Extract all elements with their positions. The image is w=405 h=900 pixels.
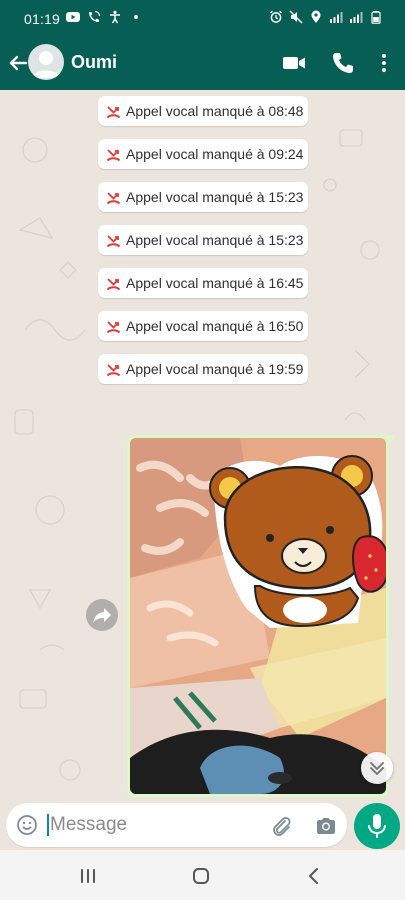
accessibility-icon xyxy=(110,10,120,24)
video-call-icon[interactable] xyxy=(281,50,307,76)
input-bar xyxy=(0,802,405,850)
voice-record-button[interactable] xyxy=(354,803,400,849)
emoji-icon[interactable] xyxy=(16,814,38,836)
back-icon[interactable] xyxy=(302,864,326,888)
missed-call-notice[interactable]: Appel vocal manqué à 15:23 xyxy=(98,182,308,212)
missed-call-notice[interactable]: Appel vocal manqué à 16:50 xyxy=(98,311,308,341)
missed-call-label: Appel vocal manqué à 16:45 xyxy=(126,275,304,291)
status-left-icons xyxy=(66,10,143,24)
status-right-icons xyxy=(269,10,383,24)
battery-icon xyxy=(371,11,381,24)
image-message[interactable] xyxy=(127,435,397,797)
location-icon xyxy=(311,10,321,23)
message-box[interactable] xyxy=(6,803,347,847)
sticker-photo[interactable] xyxy=(130,438,386,794)
missed-call-label: Appel vocal manqué à 15:23 xyxy=(126,189,304,205)
status-bar: 01:19 xyxy=(0,0,405,38)
signal-icon-2 xyxy=(350,12,363,23)
avatar-icon xyxy=(33,51,59,78)
double-chevron-down-icon xyxy=(370,762,384,775)
message-input[interactable] xyxy=(50,811,260,839)
mute-icon xyxy=(289,10,303,24)
missed-call-label: Appel vocal manqué à 15:23 xyxy=(126,232,304,248)
photo-content xyxy=(130,438,386,794)
contact-name[interactable]: Oumi xyxy=(71,52,117,73)
avatar[interactable] xyxy=(28,44,64,80)
missed-call-icon xyxy=(106,277,121,290)
forward-icon xyxy=(93,608,111,623)
missed-call-label: Appel vocal manqué à 09:24 xyxy=(126,146,304,162)
missed-call-notice[interactable]: Appel vocal manqué à 09:24 xyxy=(98,139,308,169)
youtube-icon xyxy=(66,12,80,22)
missed-call-label: Appel vocal manqué à 19:59 xyxy=(126,361,304,377)
missed-call-notice[interactable]: Appel vocal manqué à 16:45 xyxy=(98,268,308,298)
home-icon[interactable] xyxy=(189,864,213,888)
camera-icon[interactable] xyxy=(314,814,338,838)
missed-call-icon xyxy=(106,191,121,204)
attach-icon[interactable] xyxy=(269,814,293,838)
text-caret xyxy=(47,814,49,836)
signal-icon xyxy=(330,12,343,23)
bubble-tail xyxy=(387,435,397,445)
missed-call-notice[interactable]: Appel vocal manqué à 08:48 xyxy=(98,96,308,126)
scroll-to-bottom-button[interactable] xyxy=(361,752,393,784)
missed-call-icon xyxy=(106,320,121,333)
forward-button[interactable] xyxy=(86,599,118,631)
phone-icon[interactable] xyxy=(330,50,356,76)
status-time: 01:19 xyxy=(24,11,61,27)
chat-area[interactable]: Appel vocal manqué à 08:48 Appel vocal m… xyxy=(0,90,405,802)
more-vertical-icon[interactable] xyxy=(371,50,397,76)
missed-call-icon xyxy=(106,363,121,376)
alarm-icon xyxy=(270,10,282,23)
back-arrow-icon[interactable] xyxy=(6,51,30,75)
missed-call-icon xyxy=(106,234,121,247)
wifi-call-icon xyxy=(89,10,101,22)
recents-icon[interactable] xyxy=(76,864,100,888)
missed-call-notice[interactable]: Appel vocal manqué à 19:59 xyxy=(98,354,308,384)
system-nav-bar xyxy=(0,850,405,900)
missed-call-label: Appel vocal manqué à 08:48 xyxy=(126,103,304,119)
chat-header: Oumi xyxy=(0,38,405,90)
missed-call-icon xyxy=(106,148,121,161)
dot-icon xyxy=(134,15,138,19)
mic-icon xyxy=(368,814,386,838)
missed-call-label: Appel vocal manqué à 16:50 xyxy=(126,318,304,334)
missed-call-notice[interactable]: Appel vocal manqué à 15:23 xyxy=(98,225,308,255)
missed-call-icon xyxy=(106,105,121,118)
